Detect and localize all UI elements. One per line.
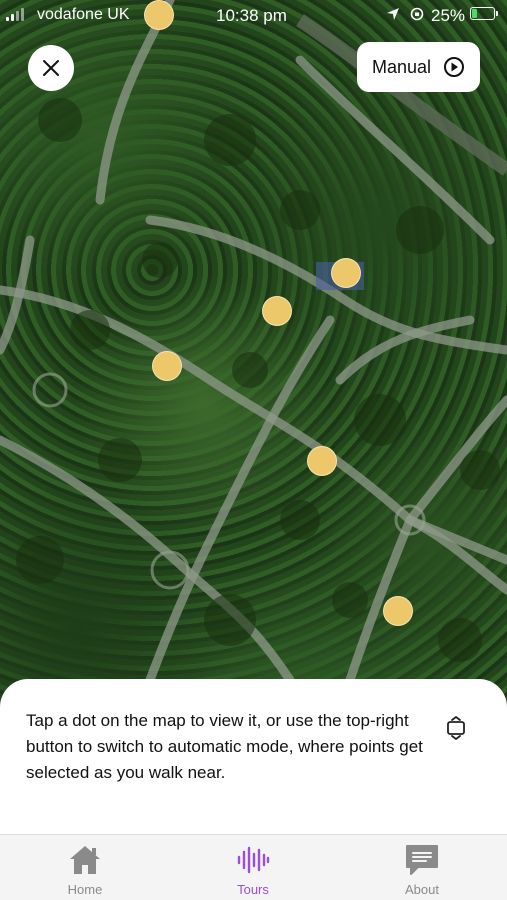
play-circle-icon <box>444 57 465 77</box>
carrier-name: vodafone UK <box>37 6 130 23</box>
battery-tip <box>496 11 498 16</box>
close-icon <box>43 60 59 76</box>
audio-wave-icon <box>237 846 270 874</box>
tab-tours-label: Tours <box>237 882 269 897</box>
rotation-lock-icon <box>410 7 424 21</box>
battery-percent: 25% <box>431 6 466 25</box>
close-button[interactable] <box>28 45 74 91</box>
location-arrow-icon <box>387 8 399 20</box>
tab-about[interactable]: About <box>362 835 482 900</box>
tab-home-label: Home <box>67 882 103 897</box>
battery-icon <box>470 7 498 20</box>
map-point-dot[interactable] <box>144 0 174 30</box>
chat-bubble-icon <box>406 845 438 875</box>
info-sheet: Tap a dot on the map to view it, or use … <box>0 679 507 834</box>
status-bar: vodafone UK 10:38 pm 25% <box>0 0 507 30</box>
mode-toggle-button[interactable]: Manual <box>357 42 480 92</box>
mode-label: Manual <box>371 56 432 77</box>
map-point-dot[interactable] <box>307 446 337 476</box>
signal-strength-icon <box>6 8 24 21</box>
battery-level <box>472 9 477 18</box>
clock: 10:38 pm <box>216 6 287 25</box>
tab-home[interactable]: Home <box>25 835 145 900</box>
tab-about-label: About <box>405 882 439 897</box>
map-point-dot[interactable] <box>331 258 361 288</box>
map-point-dot[interactable] <box>152 351 182 381</box>
tab-bar: Home Tours About <box>0 834 507 900</box>
recenter-icon[interactable] <box>444 716 468 740</box>
map-point-dot[interactable] <box>262 296 292 326</box>
screen: vodafone UK 10:38 pm 25% Manual Tap a do… <box>0 0 507 900</box>
instruction-text: Tap a dot on the map to view it, or use … <box>26 711 423 782</box>
map-point-dot[interactable] <box>383 596 413 626</box>
tab-tours[interactable]: Tours <box>193 835 313 900</box>
home-icon <box>70 846 100 874</box>
